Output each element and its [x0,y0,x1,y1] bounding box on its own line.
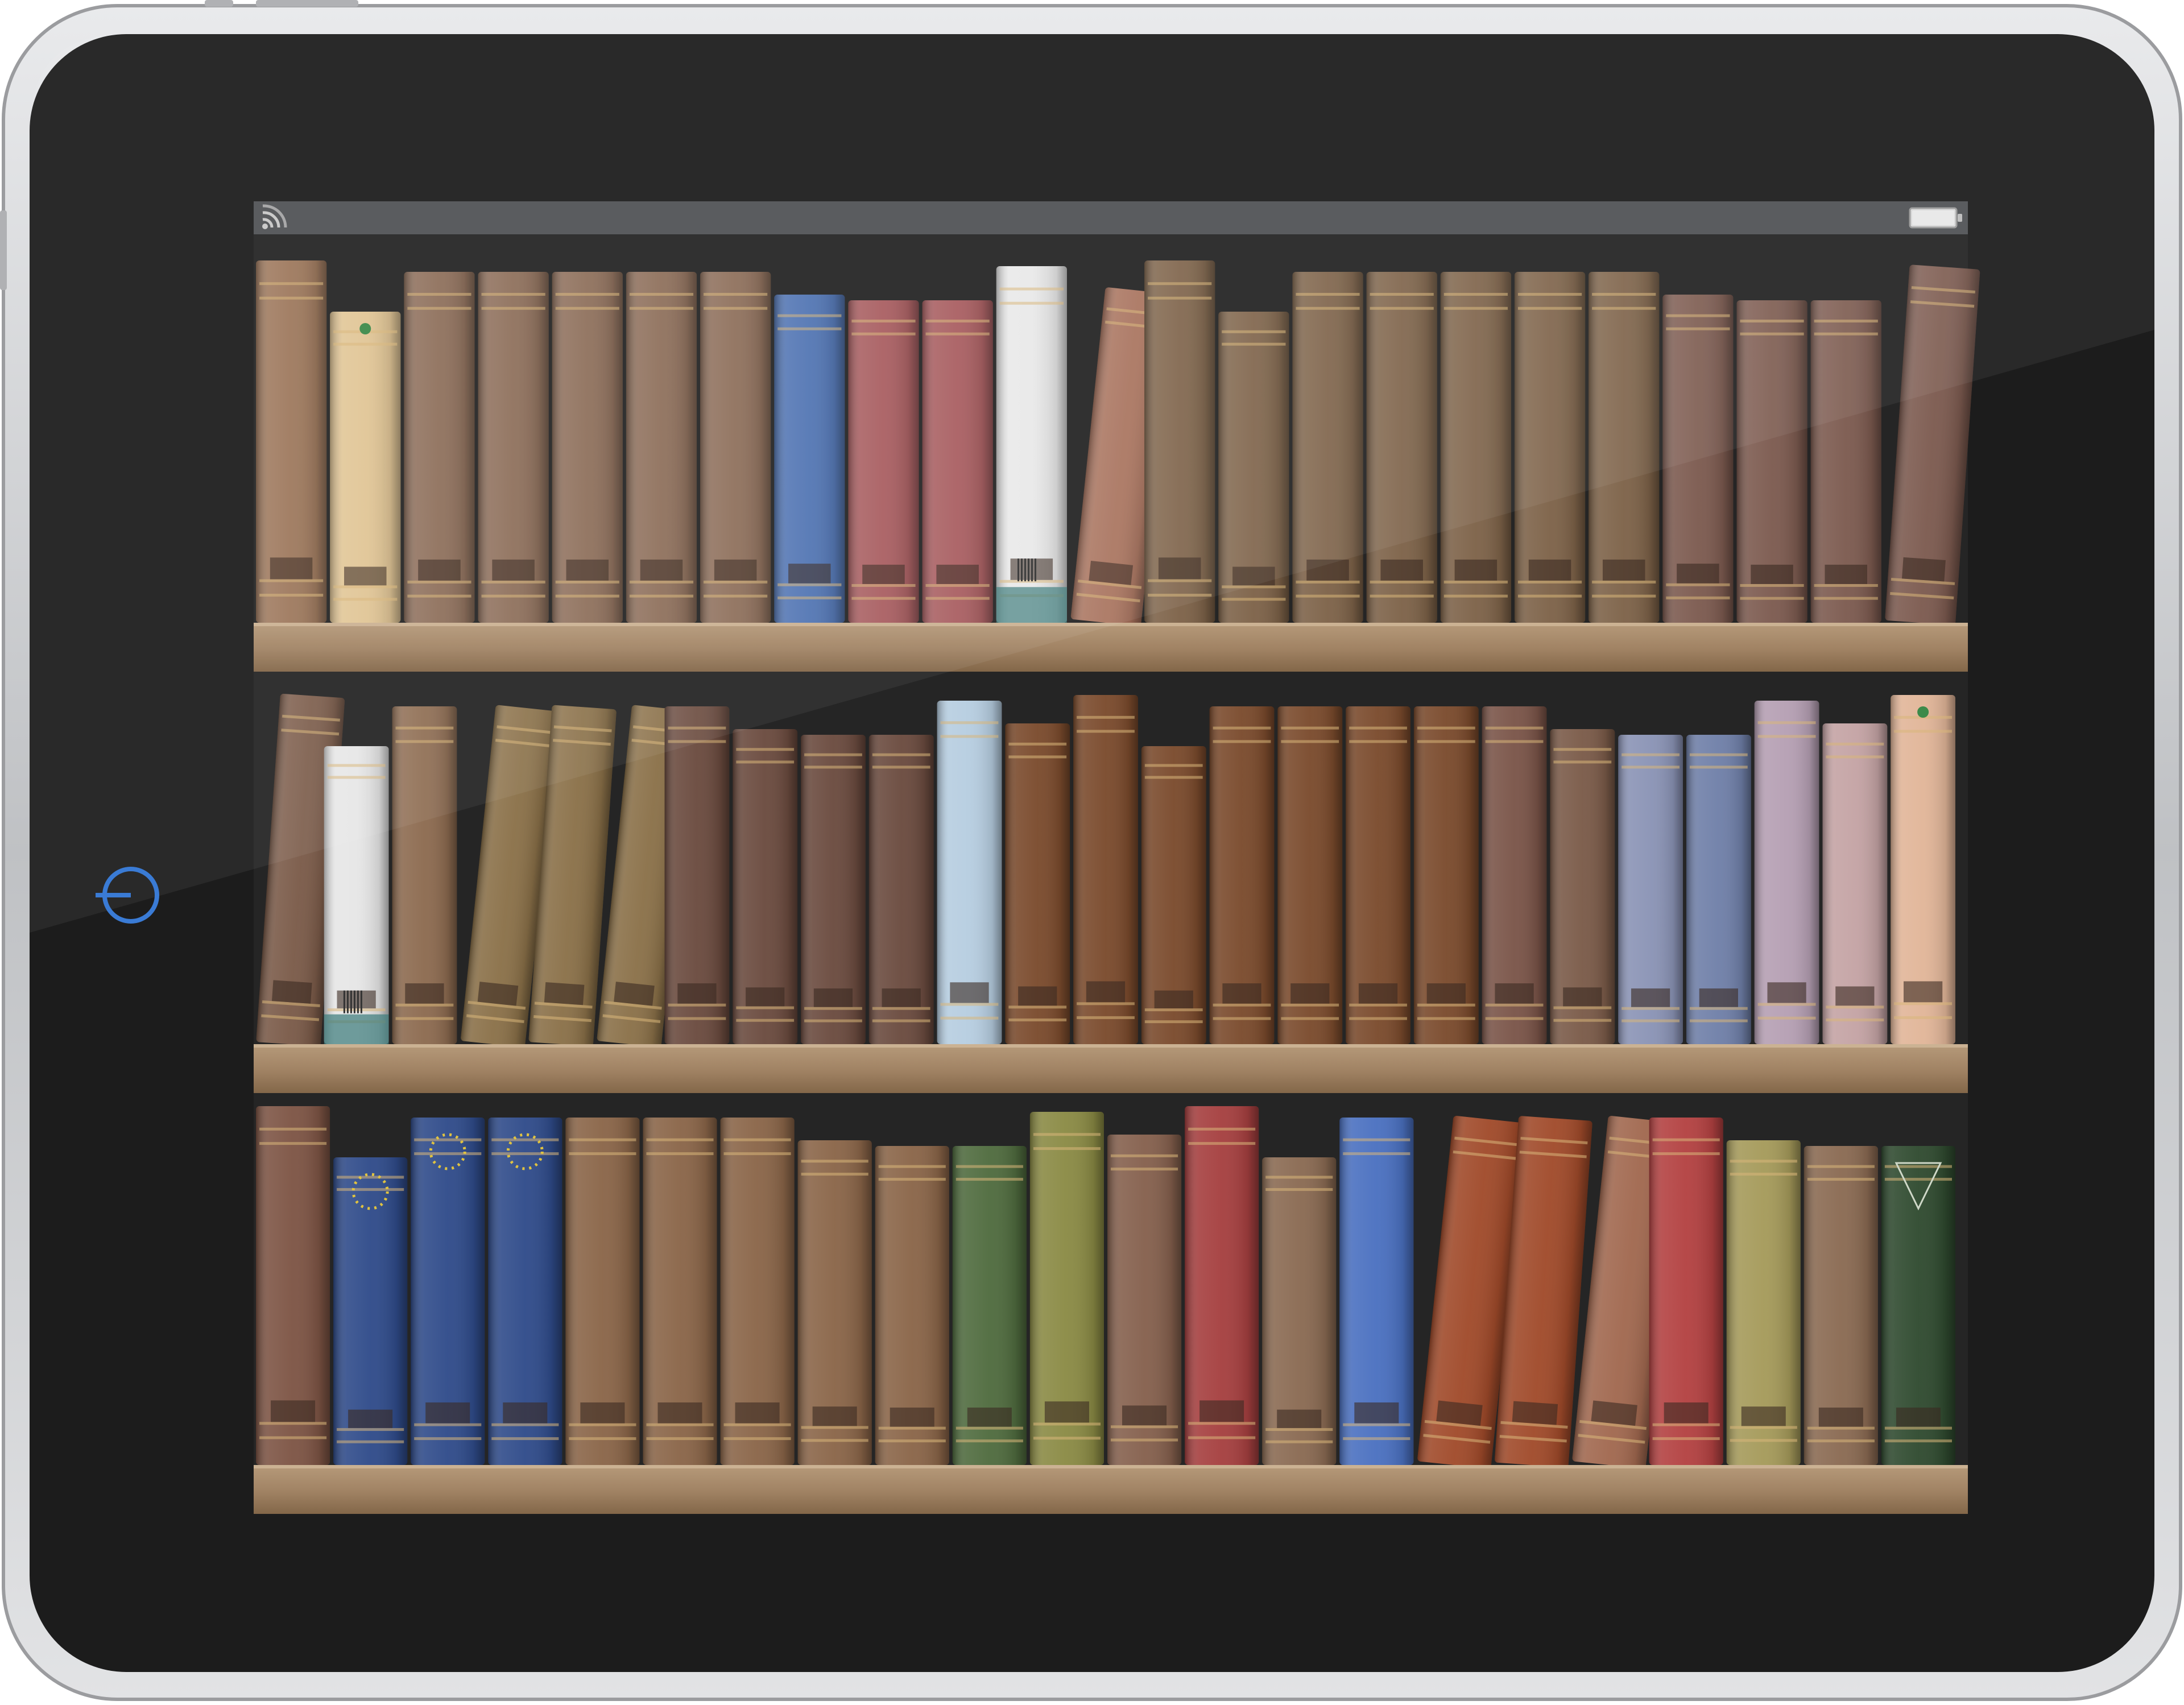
home-button[interactable] [96,860,166,930]
side-switch [0,210,7,290]
power-button [256,0,358,7]
screen-touch-area[interactable] [254,201,1968,1514]
volume-button [205,0,233,7]
